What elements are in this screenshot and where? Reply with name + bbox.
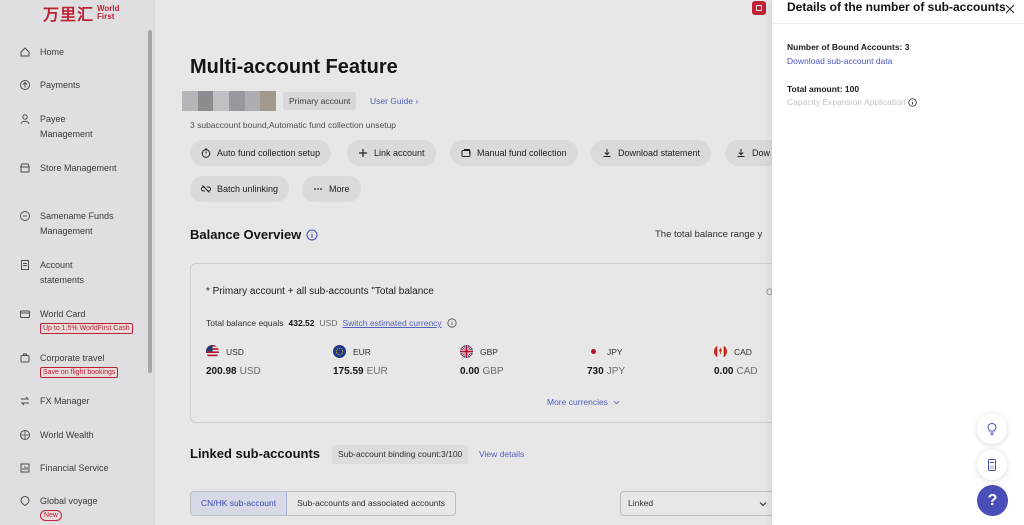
total-amount: Total amount: 100 — [787, 84, 860, 94]
info-icon[interactable] — [907, 97, 917, 107]
drawer-divider — [772, 23, 1024, 24]
help-button[interactable]: ? — [977, 485, 1008, 516]
modal-overlay[interactable] — [0, 0, 772, 525]
download-subaccount-data-link[interactable]: Download sub-account data — [787, 56, 892, 66]
close-icon[interactable] — [1003, 2, 1017, 16]
subaccount-details-drawer: Details of the number of sub-accounts Nu… — [772, 0, 1024, 525]
calculator-icon[interactable] — [977, 450, 1007, 480]
bound-accounts-count: Number of Bound Accounts: 3 — [787, 42, 910, 52]
capacity-expansion-label: Capacity Expansion Application — [787, 97, 906, 107]
question-mark-icon: ? — [987, 491, 998, 509]
lightbulb-icon[interactable] — [977, 414, 1007, 444]
app-window: 万里汇 World First Home Payments Payee Mana… — [0, 0, 1024, 525]
drawer-title: Details of the number of sub-accounts — [787, 0, 1006, 14]
capacity-expansion-link[interactable]: Capacity Expansion Application — [787, 97, 917, 107]
